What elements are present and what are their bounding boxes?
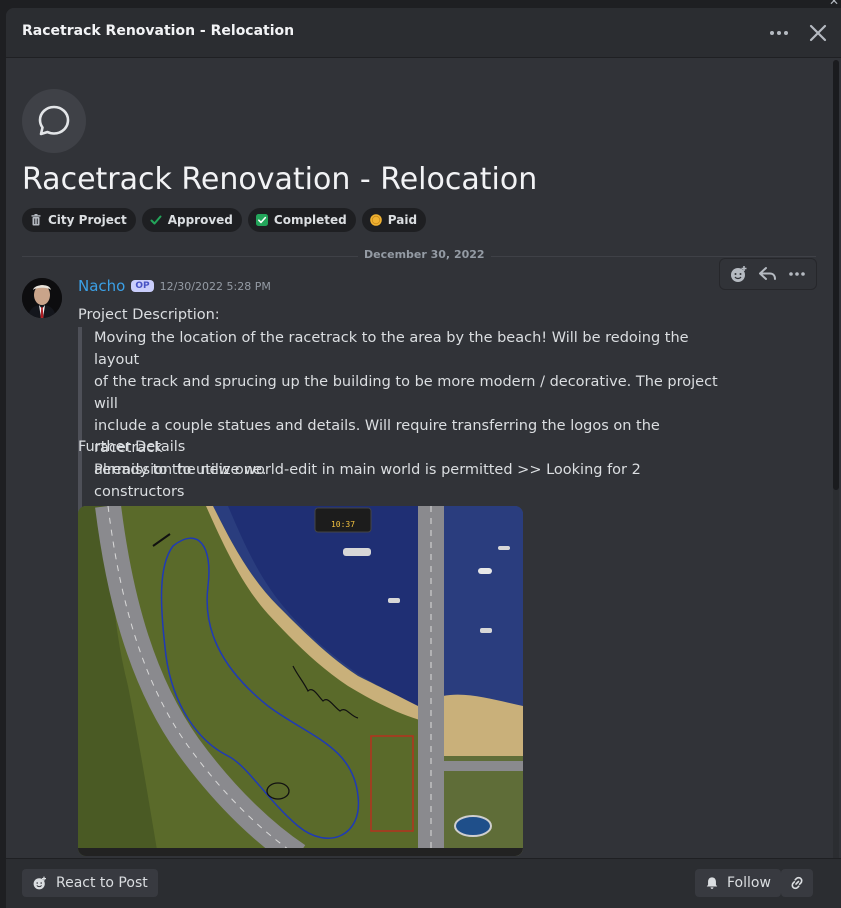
- window-top-strip: ✕: [0, 0, 841, 8]
- message-header: Nacho OP 12/30/2022 5:28 PM: [78, 277, 271, 295]
- react-to-post-button[interactable]: React to Post: [22, 869, 158, 897]
- checkbox-icon: [255, 214, 268, 226]
- thread-header: Racetrack Renovation - Relocation: [6, 8, 841, 58]
- divider-date: December 30, 2022: [358, 248, 491, 261]
- quote-line: Moving the location of the racetrack to …: [94, 330, 689, 368]
- link-icon: [791, 876, 803, 890]
- avatar[interactable]: [22, 278, 62, 318]
- author-name[interactable]: Nacho: [78, 277, 125, 295]
- message-more-button[interactable]: [785, 262, 809, 286]
- coin-icon: [369, 214, 382, 226]
- tag-label: Approved: [167, 213, 233, 227]
- check-mark-icon: [150, 214, 162, 226]
- close-icon[interactable]: ✕: [829, 0, 839, 8]
- quote-line: Permission to utilize world-edit in main…: [94, 462, 641, 500]
- message-timestamp: 12/30/2022 5:28 PM: [159, 279, 271, 293]
- close-thread-icon[interactable]: [804, 19, 832, 47]
- react-label: React to Post: [56, 875, 148, 891]
- thread-title: Racetrack Renovation - Relocation: [22, 162, 538, 197]
- quote-line: of the track and sprucing up the buildin…: [94, 374, 718, 412]
- chat-bubble-icon: [38, 105, 70, 136]
- tag-city-project[interactable]: City Project: [22, 208, 136, 232]
- tag-list: City Project Approved Completed Paid: [22, 208, 427, 232]
- quote-line: include a couple statues and details. Wi…: [94, 418, 660, 456]
- thread-icon: [22, 89, 86, 153]
- op-badge: OP: [131, 280, 154, 292]
- description-heading: Project Description:: [78, 307, 220, 323]
- description-quote: Moving the location of the racetrack to …: [78, 327, 718, 481]
- reply-icon: [758, 267, 776, 280]
- tag-label: City Project: [48, 213, 127, 227]
- message-hover-toolbar: [719, 258, 817, 290]
- more-icon: [789, 272, 806, 276]
- header-title: Racetrack Renovation - Relocation: [22, 23, 295, 39]
- thread-panel: Racetrack Renovation - Relocation Racetr…: [6, 8, 841, 908]
- scrollbar[interactable]: [833, 60, 839, 860]
- more-options-icon[interactable]: [766, 20, 792, 46]
- reply-button[interactable]: [756, 262, 780, 286]
- map-image-attachment[interactable]: 10:37: [78, 506, 523, 856]
- thread-footer: React to Post Follow: [6, 858, 841, 908]
- tag-label: Completed: [273, 213, 347, 227]
- emoji-add-icon: [730, 266, 747, 282]
- details-heading: Further Details: [78, 439, 186, 455]
- emoji-add-icon: [33, 876, 46, 890]
- tag-approved[interactable]: Approved: [141, 208, 242, 232]
- follow-button[interactable]: Follow: [695, 869, 781, 897]
- tag-paid[interactable]: Paid: [361, 208, 427, 232]
- bell-icon: [706, 877, 718, 889]
- add-reaction-button[interactable]: [727, 262, 751, 286]
- map-clock: 10:37: [331, 520, 355, 529]
- tag-label: Paid: [387, 213, 418, 227]
- trash-can-icon: [30, 214, 42, 226]
- follow-label: Follow: [727, 875, 771, 891]
- tag-completed[interactable]: Completed: [247, 208, 356, 232]
- scrollbar-thumb[interactable]: [833, 60, 839, 490]
- copy-link-button[interactable]: [781, 869, 813, 897]
